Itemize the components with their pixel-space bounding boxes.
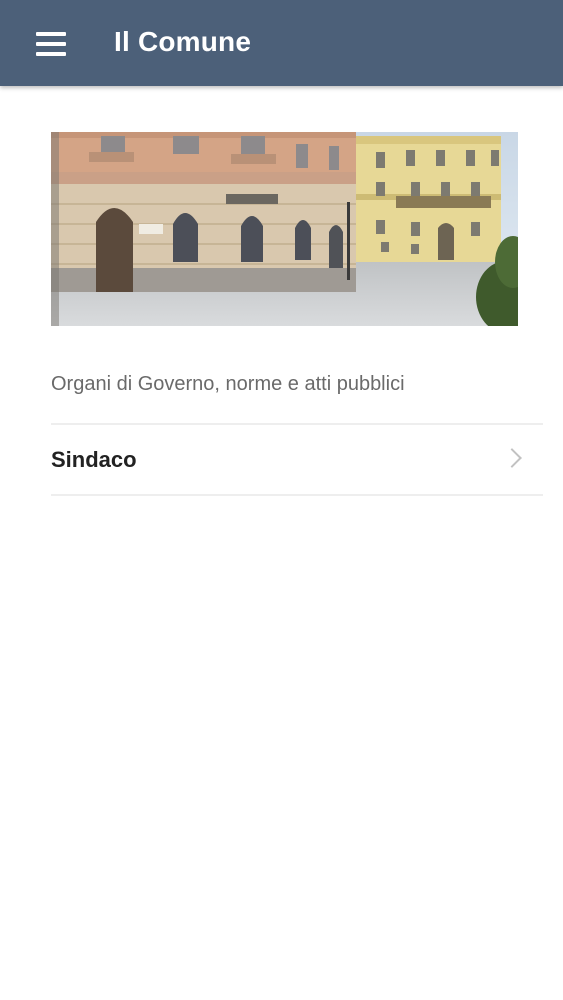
app-bar: Il Comune	[0, 0, 563, 86]
town-hall-photo	[51, 132, 518, 326]
chevron-right-icon	[502, 448, 522, 468]
page-title: Il Comune	[114, 26, 252, 57]
divider	[51, 494, 543, 496]
section-description: Organi di Governo, norme e atti pubblici	[51, 373, 405, 395]
list-item-label: Sindaco	[51, 447, 137, 472]
menu-button[interactable]	[26, 24, 74, 64]
list-item-sindaco[interactable]: Sindaco	[51, 425, 543, 495]
